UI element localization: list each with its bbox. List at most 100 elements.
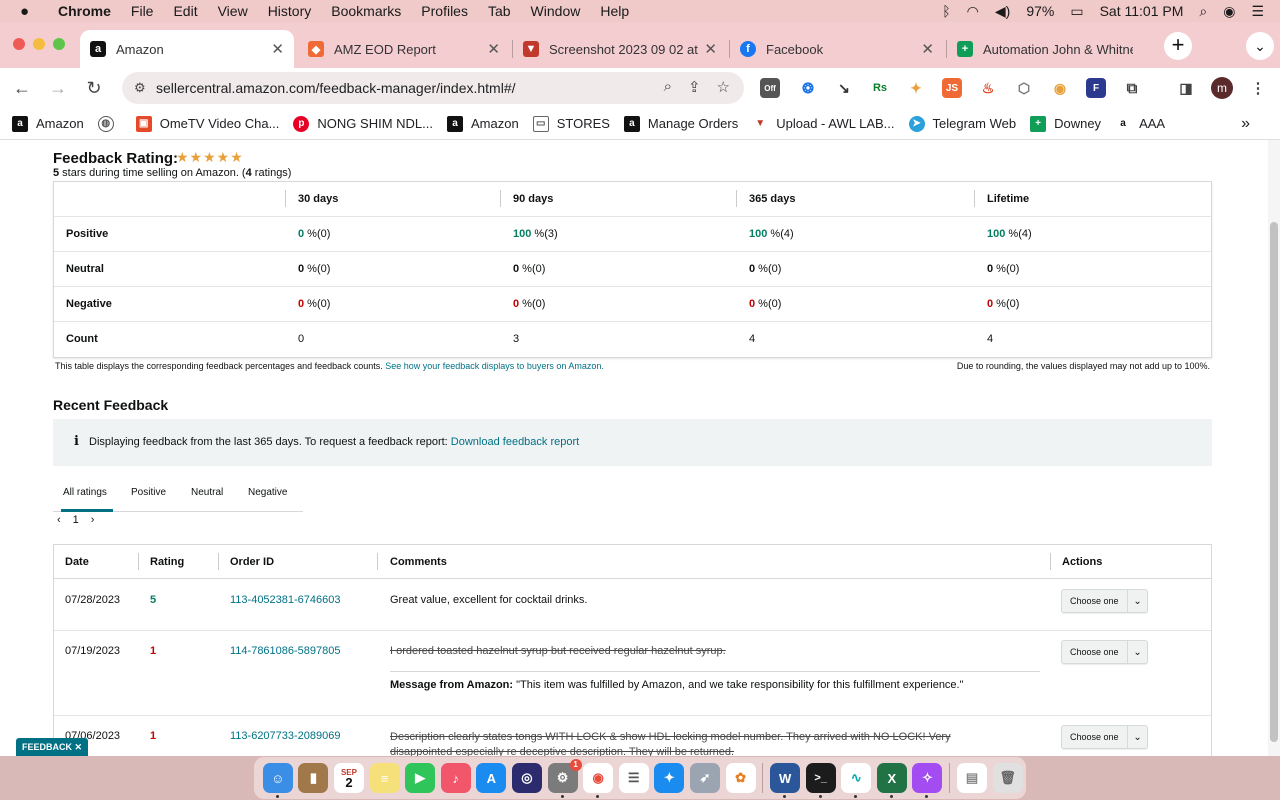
launchpad-icon[interactable]: ➶ [689, 763, 720, 793]
share-icon[interactable]: ⇪ [688, 78, 701, 96]
reminders-icon[interactable]: ☰ [618, 763, 649, 793]
extension-f-icon[interactable]: F [1086, 78, 1106, 98]
music-icon[interactable]: ♪ [440, 763, 471, 793]
volume-icon[interactable]: ◀) [995, 3, 1010, 20]
bookmark-ometv[interactable]: ▣ OmeTV Video Cha... [135, 115, 279, 132]
extension-circle-icon[interactable]: ◉ [1050, 78, 1070, 98]
extension-fire-icon[interactable]: ♨ [978, 78, 998, 98]
menu-tab[interactable]: Tab [488, 3, 511, 19]
reload-icon[interactable]: ↻ [82, 76, 106, 100]
control-center-icon[interactable]: ☰ [1251, 3, 1264, 20]
messenger-icon[interactable]: ✧ [912, 763, 943, 798]
window-close-button[interactable] [13, 38, 25, 50]
tab-close-icon[interactable]: ✕ [487, 40, 500, 58]
bookmark-manage-orders[interactable]: a Manage Orders [623, 115, 738, 132]
order-id-link[interactable]: 113-6207733-2089069 [230, 730, 341, 742]
bookmark-nong-shim[interactable]: p NONG SHIM NDL... [293, 115, 433, 132]
bookmark-telegram[interactable]: ➤ Telegram Web [908, 115, 1016, 132]
new-tab-button[interactable]: + [1164, 32, 1192, 60]
finder-icon[interactable]: ☺ [262, 763, 293, 798]
menu-edit[interactable]: Edit [173, 3, 197, 19]
action-dropdown[interactable]: Choose one ⌄ [1061, 725, 1148, 749]
tab-amz-eod-report[interactable]: ◆ AMZ EOD Report ✕ [296, 30, 510, 68]
wifi-icon[interactable]: ◠ [967, 3, 979, 20]
side-panel-icon[interactable]: ◨ [1176, 78, 1196, 98]
window-minimize-button[interactable] [33, 38, 45, 50]
chrome-menu-icon[interactable]: ⋮ [1248, 78, 1268, 98]
bookmark-upload-awl[interactable]: ▼ Upload - AWL LAB... [752, 115, 895, 132]
tab-facebook[interactable]: f Facebook ✕ [730, 30, 944, 68]
current-page[interactable]: 1 [73, 514, 79, 526]
battery-icon[interactable]: ▭ [1070, 3, 1083, 20]
spotlight-search-icon[interactable]: ⌕ [1199, 3, 1207, 20]
extension-box-icon[interactable]: ⬡ [1014, 78, 1034, 98]
menu-app-name[interactable]: Chrome [58, 3, 111, 19]
notes-folder-icon[interactable]: ▮ [298, 763, 329, 793]
order-id-link[interactable]: 113-4052381-6746603 [230, 594, 341, 606]
action-dropdown[interactable]: Choose one ⌄ [1061, 589, 1148, 613]
feedback-display-link[interactable]: See how your feedback displays to buyers… [385, 361, 604, 371]
action-dropdown[interactable]: Choose one ⌄ [1061, 640, 1148, 664]
extension-gear-icon[interactable]: ❂ [798, 78, 818, 98]
bookmark-amazon-2[interactable]: a Amazon [447, 115, 519, 132]
menu-profiles[interactable]: Profiles [421, 3, 468, 19]
prev-page-chevron-icon[interactable]: ‹ [57, 514, 61, 526]
tab-negative[interactable]: Negative [248, 487, 287, 498]
close-icon[interactable]: ✕ [74, 742, 82, 753]
extension-off-icon[interactable]: Off [760, 78, 780, 98]
tab-close-icon[interactable]: ✕ [704, 40, 717, 58]
forward-arrow-icon[interactable]: → [46, 76, 70, 100]
word-icon[interactable]: W [770, 763, 801, 798]
calendar-icon[interactable]: SEP 2 [333, 763, 364, 793]
facetime-icon[interactable]: ▶ [405, 763, 436, 793]
bookmark-stores-folder[interactable]: ▭ STORES [532, 115, 610, 132]
menu-bookmarks[interactable]: Bookmarks [331, 3, 401, 19]
tab-search-chevron-icon[interactable]: ⌄ [1246, 32, 1274, 60]
next-page-chevron-icon[interactable]: › [91, 514, 95, 526]
extension-arrow-icon[interactable]: ↘ [834, 78, 854, 98]
siri-icon[interactable]: ◉ [1223, 3, 1235, 20]
safari-icon[interactable]: ✦ [654, 763, 685, 793]
menu-view[interactable]: View [218, 3, 248, 19]
trash-icon[interactable]: 🗑 [992, 763, 1023, 793]
tab-close-icon[interactable]: ✕ [921, 40, 934, 58]
zoom-icon[interactable]: ⌕ [664, 78, 672, 96]
tab-close-icon[interactable]: ✕ [271, 40, 284, 58]
bookmark-amazon[interactable]: a Amazon [12, 115, 84, 132]
extension-coupon-icon[interactable]: ✦ [906, 78, 926, 98]
extension-rs-icon[interactable]: Rs [870, 78, 890, 98]
download-feedback-report-link[interactable]: Download feedback report [451, 436, 579, 448]
tab-amazon[interactable]: a Amazon ✕ [80, 30, 294, 68]
extension-js-icon[interactable]: JS [942, 78, 962, 98]
documents-stack-icon[interactable]: ▤ [957, 763, 988, 793]
page-scrollbar-thumb[interactable] [1270, 222, 1278, 742]
tab-neutral[interactable]: Neutral [191, 487, 223, 498]
site-info-icon[interactable]: ⚙ [134, 80, 152, 96]
excel-icon[interactable]: X [876, 763, 907, 798]
bookmark-star-icon[interactable]: ☆ [717, 78, 730, 96]
menu-file[interactable]: File [131, 3, 154, 19]
photos-icon[interactable]: ✿ [725, 763, 756, 793]
bookmark-downey[interactable]: + Downey [1030, 115, 1101, 132]
feedback-tab-button[interactable]: FEEDBACK ✕ [16, 738, 88, 756]
menu-help[interactable]: Help [600, 3, 629, 19]
menu-window[interactable]: Window [531, 3, 581, 19]
siri-app-icon[interactable]: ◎ [511, 763, 542, 793]
chrome-icon[interactable]: ◉ [583, 763, 614, 798]
tab-automation-sheet[interactable]: + Automation John & Whitne [947, 30, 1157, 68]
order-id-link[interactable]: 114-7861086-5897805 [230, 645, 341, 657]
back-arrow-icon[interactable]: ← [10, 76, 34, 100]
app-store-icon[interactable]: A [476, 763, 507, 793]
terminal-icon[interactable]: >_ [805, 763, 836, 798]
menubar-clock[interactable]: Sat 11:01 PM [1100, 3, 1184, 19]
notes-icon[interactable]: ≡ [369, 763, 400, 793]
window-maximize-button[interactable] [53, 38, 65, 50]
bluetooth-icon[interactable]: ᛒ [942, 3, 950, 19]
apple-menu-icon[interactable]: ● [20, 3, 40, 20]
system-settings-icon[interactable]: ⚙ 1 [547, 759, 582, 798]
bookmark-aaa[interactable]: a AAA [1115, 115, 1165, 132]
tab-positive[interactable]: Positive [131, 487, 166, 498]
url-text[interactable]: sellercentral.amazon.com/feedback-manage… [156, 80, 516, 96]
menu-history[interactable]: History [268, 3, 312, 19]
bookmark-globe[interactable]: ◍ [97, 115, 122, 132]
